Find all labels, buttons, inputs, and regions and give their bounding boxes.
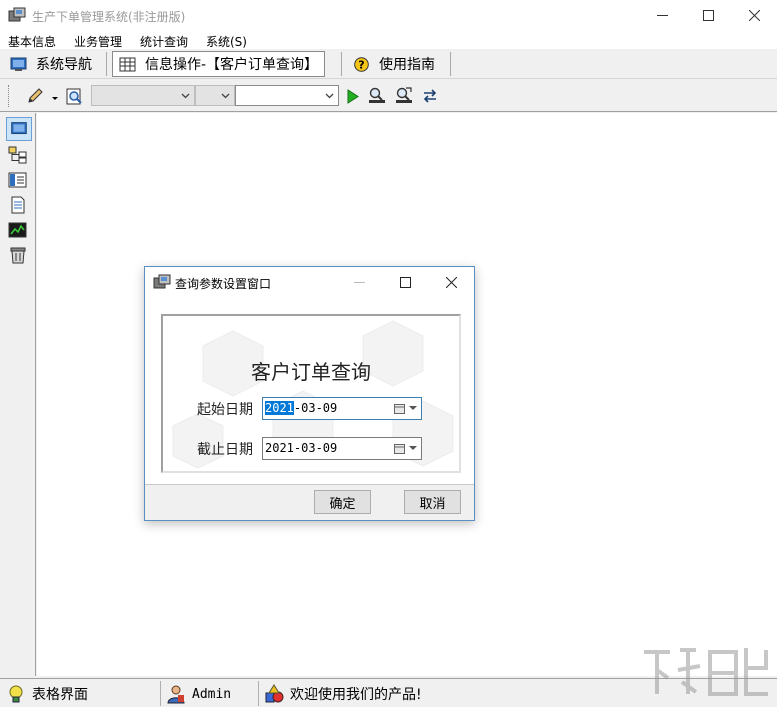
end-date-value: 2021-03-09 [265,441,338,455]
chevron-down-icon [221,93,230,99]
menu-business[interactable]: 业务管理 [74,33,122,50]
status-message-label: 欢迎使用我们的产品! [290,687,422,703]
user-icon [167,685,185,704]
end-date-label: 截止日期 [197,442,253,458]
maximize-icon [702,9,714,21]
ok-button[interactable]: 确定 [314,490,371,514]
maximize-icon [399,276,411,288]
chevron-down-icon [325,93,334,99]
status-message: 欢迎使用我们的产品! [264,683,422,705]
tab-label: 使用指南 [379,57,435,73]
window-title: 生产下单管理系统(非注册版) [32,10,186,24]
toolbar-grip[interactable] [8,85,11,107]
tab-order-query[interactable]: 信息操作-【客户订单查询】 [112,51,326,77]
dialog-body: 客户订单查询 起始日期 2021-03-09 截止日期 2021-03-09 [145,297,474,484]
tab-label: 信息操作-【客户订单查询】 [145,57,319,73]
lightbulb-icon [9,685,23,703]
tab-separator [450,52,451,76]
chevron-down-icon [409,446,417,450]
toolbar-combo-1[interactable] [91,85,195,106]
cancel-button[interactable]: 取消 [404,490,461,514]
find-next-icon[interactable] [395,87,413,104]
status-divider [258,681,259,706]
close-button[interactable] [731,0,777,30]
monitor-icon [10,57,27,71]
minimize-button[interactable] [639,0,685,30]
menu-system[interactable]: 系统(S) [206,33,247,50]
preview-icon[interactable] [66,88,84,105]
dialog-minimize-button[interactable] [336,267,382,297]
sidebar-monitor-icon[interactable] [6,117,32,141]
dialog-title: 查询参数设置窗口 [175,277,272,291]
dialog-titlebar: 查询参数设置窗口 [145,267,474,297]
left-sidebar [0,113,36,676]
tab-user-guide[interactable]: ? 使用指南 [347,51,441,77]
status-view: 表格界面 [6,683,88,705]
app-icon [8,7,26,22]
start-date-year-selected: 2021 [265,401,294,415]
toolbar-combo-3[interactable] [235,85,339,106]
grid-icon [119,57,136,71]
status-user: Admin [166,683,231,705]
toolbar-combo-2[interactable] [195,85,235,106]
minimize-icon [353,281,365,283]
close-icon [445,276,457,288]
menu-basic-info[interactable]: 基本信息 [8,33,56,50]
status-divider [160,681,161,706]
status-user-label: Admin [192,686,232,702]
query-params-dialog: 查询参数设置窗口 客户订单查询 起始日期 2021-03-09 截止日期 202… [144,266,475,521]
chevron-down-icon [409,406,417,410]
dialog-maximize-button[interactable] [382,267,428,297]
start-date-label: 起始日期 [197,402,253,418]
find-icon[interactable] [368,87,386,104]
tab-bar: 系统导航 信息操作-【客户订单查询】 ? 使用指南 [0,49,777,79]
menu-statistics[interactable]: 统计查询 [140,33,188,50]
sidebar-tree-icon[interactable] [8,146,28,164]
sidebar-chart-icon[interactable] [8,221,28,239]
shapes-icon [265,684,284,703]
calendar-icon [394,404,405,414]
end-date-input[interactable]: 2021-03-09 [262,437,422,460]
pencil-icon[interactable] [26,88,44,105]
sidebar-trash-icon[interactable] [8,246,28,264]
status-view-label: 表格界面 [32,687,88,703]
calendar-icon [394,444,405,454]
start-date-input[interactable]: 2021-03-09 [262,397,422,420]
tab-separator [341,52,342,76]
chevron-down-icon [181,93,190,99]
run-icon[interactable] [344,88,362,105]
tab-navigation[interactable]: 系统导航 [4,51,98,77]
minimize-icon [656,14,668,16]
tab-separator [106,52,107,76]
app-icon [153,274,171,289]
maximize-button[interactable] [685,0,731,30]
tab-label: 系统导航 [36,57,92,73]
sidebar-document-icon[interactable] [8,196,28,214]
dialog-close-button[interactable] [428,267,474,297]
dialog-frame: 客户订单查询 起始日期 2021-03-09 截止日期 2021-03-09 [161,314,461,473]
svg-text:?: ? [358,58,364,71]
dialog-heading: 客户订单查询 [251,360,371,384]
start-date-rest: -03-09 [293,401,338,415]
menu-bar: 基本信息 业务管理 统计查询 系统(S) [0,30,777,50]
help-icon: ? [354,56,369,72]
sidebar-list-icon[interactable] [8,171,28,189]
chevron-down-icon[interactable] [50,88,60,105]
window-titlebar: 生产下单管理系统(非注册版) [0,0,777,30]
close-icon [748,9,760,21]
replace-icon[interactable] [421,87,439,104]
dialog-footer-divider [145,484,474,485]
watermark-logo [644,648,768,696]
